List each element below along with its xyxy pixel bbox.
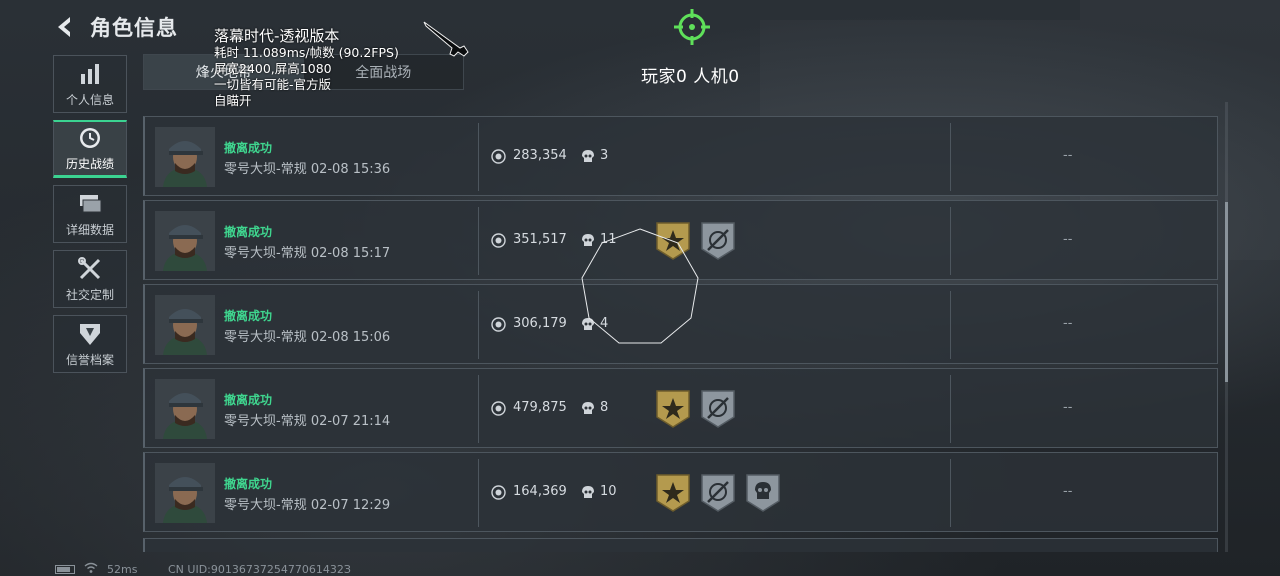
wrench-screwdriver-icon — [78, 256, 101, 279]
sidebar-item-label: 历史战绩 — [65, 157, 114, 171]
operator-avatar — [155, 295, 215, 355]
nonagon-outline — [581, 228, 699, 344]
ping-value: 52ms — [107, 563, 138, 576]
status-footer: 52ms CN UID:9013673725477061432З — [0, 560, 1280, 576]
sidebar: 个人信息 历史战绩 详细数据 社交定制 信誉档案 — [53, 55, 127, 380]
sidebar-item-label: 信誉档案 — [65, 352, 114, 367]
column-divider — [950, 207, 951, 275]
extra-stat: -- — [1063, 148, 1073, 163]
match-record-row[interactable] — [143, 538, 1218, 552]
coin-icon — [491, 485, 506, 500]
sidebar-item-personal-info[interactable]: 个人信息 — [53, 55, 127, 113]
kill-count: 10 — [600, 484, 617, 499]
asset-value: 283,354 — [513, 148, 567, 163]
column-divider — [478, 291, 479, 359]
match-record-row[interactable]: 撤离成功 零号大坝-常规 02-07 21:14 479,875 8 -- — [143, 368, 1218, 448]
column-divider — [478, 375, 479, 443]
page-title: 角色信息 — [90, 16, 178, 40]
overlay-title: 落幕时代-透视版本 — [214, 27, 340, 45]
skull-icon — [582, 486, 594, 498]
column-divider — [950, 123, 951, 191]
extraction-status: 撤离成功 — [224, 477, 273, 491]
column-divider — [950, 459, 951, 527]
asset-value: 306,179 — [513, 316, 567, 331]
kill-count: 3 — [600, 148, 609, 163]
back-arrow-icon[interactable] — [52, 14, 78, 40]
map-and-time: 零号大坝-常规 02-08 15:06 — [224, 330, 391, 345]
operator-avatar — [155, 127, 215, 187]
extra-stat: -- — [1063, 400, 1073, 415]
map-and-time: 零号大坝-常规 02-08 15:17 — [224, 246, 391, 261]
operator-avatar — [155, 211, 215, 271]
wifi-icon — [84, 562, 98, 573]
overlay-fps: 耗时 11.089ms/帧数 (90.2FPS) — [214, 45, 399, 60]
kill-count: 8 — [600, 400, 609, 415]
overlay-resolution: 屏宽2400,屏高1080 — [214, 61, 332, 76]
column-divider — [478, 207, 479, 275]
map-and-time: 零号大坝-常规 02-07 21:14 — [224, 414, 391, 429]
asset-value: 164,369 — [513, 484, 567, 499]
map-and-time: 零号大坝-常规 02-08 15:36 — [224, 162, 391, 177]
stacked-cards-icon — [80, 194, 102, 212]
map-and-time: 零号大坝-常规 02-07 12:29 — [224, 498, 391, 513]
extra-stat: -- — [1063, 232, 1073, 247]
extraction-status: 撤离成功 — [224, 225, 273, 239]
crossed-sniper-badge-icon — [701, 390, 735, 428]
column-divider — [950, 375, 951, 443]
gold-star-badge-icon — [656, 474, 690, 512]
sidebar-item-reputation[interactable]: 信誉档案 — [53, 315, 127, 373]
operator-avatar — [155, 463, 215, 523]
sidebar-item-detailed-data[interactable]: 详细数据 — [53, 185, 127, 243]
operator-avatar — [155, 379, 215, 439]
crossed-sniper-badge-icon — [701, 222, 735, 260]
sidebar-item-label: 社交定制 — [65, 287, 114, 302]
extraction-status: 撤离成功 — [224, 141, 273, 155]
clock-history-icon — [80, 128, 100, 148]
asset-value: 351,517 — [513, 232, 567, 247]
coin-icon — [491, 317, 506, 332]
coin-icon — [491, 233, 506, 248]
crossed-sniper-badge-icon — [701, 474, 735, 512]
gold-star-badge-icon — [656, 390, 690, 428]
match-record-row[interactable]: 撤离成功 零号大坝-常规 02-08 15:36 283,354 3 -- — [143, 116, 1218, 196]
column-divider — [950, 291, 951, 359]
crosshair-icon — [674, 9, 710, 45]
extra-stat: -- — [1063, 316, 1073, 331]
coin-icon — [491, 401, 506, 416]
sidebar-item-social-custom[interactable]: 社交定制 — [53, 250, 127, 308]
list-scrollbar[interactable] — [1225, 102, 1228, 552]
rifle-icon — [423, 21, 469, 57]
match-record-row[interactable]: 撤离成功 零号大坝-常规 02-07 12:29 164,369 10 -- — [143, 452, 1218, 532]
skull-icon — [582, 150, 594, 162]
sidebar-item-match-history[interactable]: 历史战绩 — [53, 120, 127, 178]
overlay-edition: 一切皆有可能-官方版 — [214, 77, 332, 92]
bar-chart-icon — [81, 63, 99, 84]
scrollbar-thumb[interactable] — [1225, 202, 1228, 382]
asset-value: 479,875 — [513, 400, 567, 415]
column-divider — [478, 459, 479, 527]
hud-overlay: 落幕时代-透视版本 耗时 11.089ms/帧数 (90.2FPS) 屏宽240… — [214, 27, 399, 109]
extraction-status: 撤离成功 — [224, 309, 273, 323]
sidebar-item-label: 详细数据 — [65, 222, 114, 237]
extra-stat: -- — [1063, 484, 1073, 499]
skull-icon — [582, 402, 594, 414]
emblem-icon — [80, 323, 100, 345]
sidebar-item-label: 个人信息 — [65, 92, 114, 107]
overlay-aimbot: 自瞄开 — [214, 93, 252, 108]
extraction-status: 撤离成功 — [224, 393, 273, 407]
battery-icon — [55, 565, 75, 574]
column-divider — [478, 123, 479, 191]
coin-icon — [491, 149, 506, 164]
skull-badge-icon — [746, 474, 780, 512]
player-bot-count: 玩家0 人机0 — [641, 67, 740, 87]
user-uid: CN UID:9013673725477061432З — [168, 563, 351, 576]
